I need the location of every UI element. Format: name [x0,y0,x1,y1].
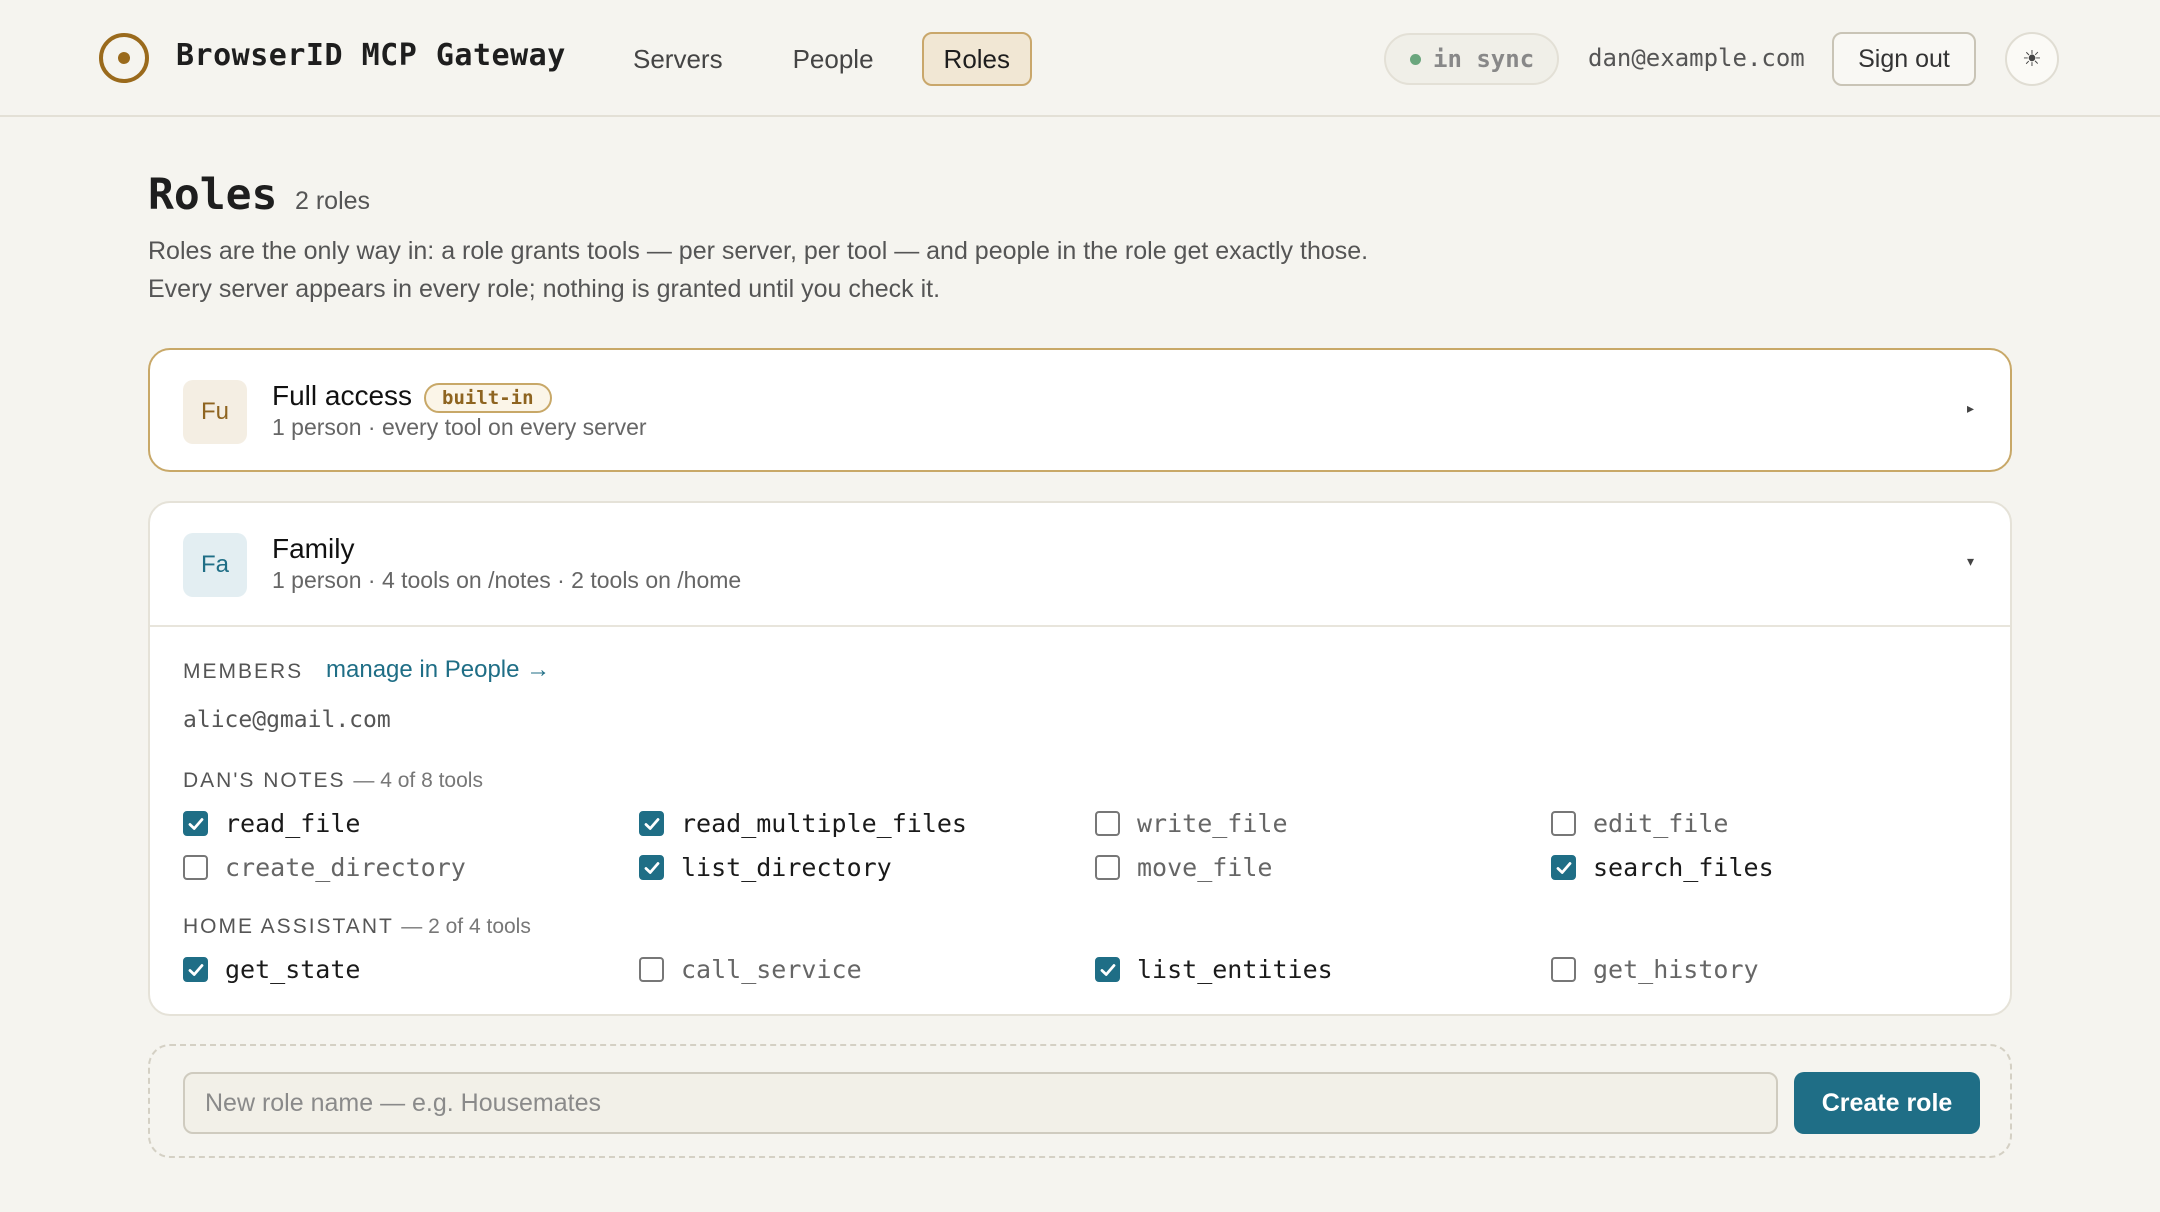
checkbox[interactable] [1095,811,1120,836]
page-description: Roles are the only way in: a role grants… [148,237,1369,303]
member-email: alice@gmail.com [183,707,391,733]
role-header[interactable]: Fu Full access built-in 1 person · every… [150,350,2010,472]
checkbox[interactable] [183,855,208,880]
tool-checkbox-edit-file[interactable]: edit_file [1551,809,1728,838]
sun-icon: ☀ [2022,46,2042,71]
create-role-button[interactable]: Create role [1794,1072,1980,1134]
theme-toggle-button[interactable]: ☀ [2005,32,2059,86]
new-role-form: Create role [148,1044,2012,1158]
app-title: BrowserID MCP Gateway [176,38,566,73]
role-avatar: Fu [183,380,247,444]
sync-status-label: in sync [1433,45,1535,73]
tool-name: list_directory [681,853,892,882]
role-avatar: Fa [183,533,247,597]
tool-checkbox-call-service[interactable]: call_service [639,955,862,984]
checkbox[interactable] [1095,957,1120,982]
tool-name: move_file [1137,853,1273,882]
tool-name: read_multiple_files [681,809,967,838]
top-bar: BrowserID MCP Gateway Servers People Rol… [0,0,2160,117]
user-email: dan@example.com [1588,44,1805,72]
built-in-badge: built-in [424,383,552,413]
tool-name: get_history [1593,955,1759,984]
tool-checkbox-create-directory[interactable]: create_directory [183,853,466,882]
tool-name: call_service [681,955,862,984]
server-tool-count: — 2 of 4 tools [401,915,531,938]
server-label-home-assistant: HOME ASSISTANT — 2 of 4 tools [183,915,531,939]
nav-people[interactable]: People [771,32,896,86]
tool-checkbox-list-directory[interactable]: list_directory [639,853,892,882]
tool-name: write_file [1137,809,1288,838]
role-card-family: Fa Family 1 person · 4 tools on /notes ·… [148,501,2012,1016]
nav-servers[interactable]: Servers [611,32,745,86]
role-header[interactable]: Fa Family 1 person · 4 tools on /notes ·… [150,503,2010,625]
tool-name: get_state [225,955,361,984]
tool-checkbox-search-files[interactable]: search_files [1551,853,1774,882]
manage-in-people-link[interactable]: manage in People → [326,656,550,684]
members-label: MEMBERS [183,660,304,683]
tool-checkbox-get-state[interactable]: get_state [183,955,360,984]
server-name: HOME ASSISTANT [183,915,394,938]
checkbox[interactable] [639,957,664,982]
server-label-dans-notes: DAN'S NOTES — 4 of 8 tools [183,769,483,793]
checkbox[interactable] [183,957,208,982]
main-nav: Servers People Roles [611,32,1033,86]
checkbox[interactable] [639,811,664,836]
tool-name: list_entities [1137,955,1333,984]
brand-logo-icon [99,33,149,83]
tool-name: create_directory [225,853,466,882]
role-summary: 1 person · every tool on every server [272,414,647,440]
tool-name: read_file [225,809,361,838]
tool-name: search_files [1593,853,1774,882]
chevron-down-icon[interactable]: ▾ [1967,553,1974,570]
tool-checkbox-write-file[interactable]: write_file [1095,809,1288,838]
checkbox[interactable] [1095,855,1120,880]
divider [150,625,2010,627]
server-name: DAN'S NOTES [183,769,346,792]
checkbox[interactable] [1551,855,1576,880]
tool-checkbox-list-entities[interactable]: list_entities [1095,955,1333,984]
sync-status-badge: in sync [1384,33,1559,85]
tool-name: edit_file [1593,809,1729,838]
checkbox[interactable] [639,855,664,880]
checkbox[interactable] [183,811,208,836]
chevron-right-icon[interactable]: ▸ [1967,400,1974,417]
tool-checkbox-move-file[interactable]: move_file [1095,853,1272,882]
tool-checkbox-read-multiple-files[interactable]: read_multiple_files [639,809,967,838]
status-dot-icon [1410,53,1421,65]
checkbox[interactable] [1551,811,1576,836]
checkbox[interactable] [1551,957,1576,982]
tool-checkbox-get-history[interactable]: get_history [1551,955,1759,984]
server-tool-count: — 4 of 8 tools [353,769,483,792]
role-count: 2 roles [295,187,371,215]
role-name: Full access [272,380,413,411]
sign-out-button[interactable]: Sign out [1832,32,1976,86]
tool-checkbox-read-file[interactable]: read_file [183,809,360,838]
page-title: Roles [148,170,278,220]
new-role-name-input[interactable] [183,1072,1778,1134]
role-card-full-access: Fu Full access built-in 1 person · every… [148,348,2012,472]
role-name: Family [272,533,355,564]
nav-roles[interactable]: Roles [921,32,1033,86]
role-summary: 1 person · 4 tools on /notes · 2 tools o… [272,567,742,593]
